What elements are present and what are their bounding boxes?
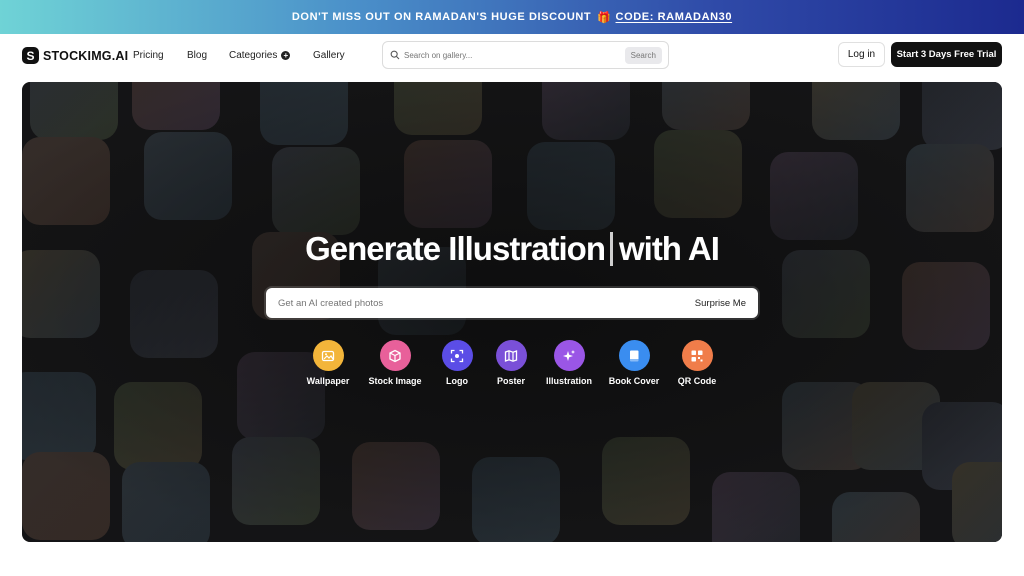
logo-icon: S xyxy=(22,47,39,64)
hero-section: Generate Illustration with AI Surprise Me… xyxy=(22,82,1002,542)
category-circle xyxy=(312,340,344,371)
plus-icon: + xyxy=(281,51,291,60)
search-button[interactable]: Search xyxy=(624,47,662,64)
prompt-bar: Surprise Me xyxy=(266,288,758,318)
nav-categories[interactable]: Categories + xyxy=(229,50,291,61)
search-icon xyxy=(390,50,400,60)
category-label: Illustration xyxy=(545,376,592,386)
promo-banner[interactable]: DON'T MISS OUT ON RAMADAN'S HUGE DISCOUN… xyxy=(0,0,1024,34)
book-icon xyxy=(630,350,639,361)
brand-logo[interactable]: S STOCKIMG.AI xyxy=(22,47,128,64)
login-button[interactable]: Log in xyxy=(838,42,885,67)
category-illustration[interactable]: Illustration xyxy=(534,340,604,386)
category-label: Stock Image xyxy=(368,376,422,386)
category-qr-code[interactable]: QR Code xyxy=(662,340,732,386)
category-book-cover[interactable]: Book Cover xyxy=(599,340,669,386)
nav-blog[interactable]: Blog xyxy=(187,50,207,61)
typing-cursor xyxy=(609,232,613,266)
category-circle xyxy=(681,340,713,371)
nav-pricing[interactable]: Pricing xyxy=(133,50,164,61)
brand-name: STOCKIMG.AI xyxy=(43,48,129,63)
category-stock-image[interactable]: Stock Image xyxy=(360,340,430,386)
category-circle xyxy=(553,340,585,371)
category-circle xyxy=(495,340,527,371)
sparkle-icon xyxy=(563,349,575,361)
qr-icon xyxy=(691,350,703,361)
category-wallpaper[interactable]: Wallpaper xyxy=(293,340,363,386)
category-circle xyxy=(441,340,473,371)
promo-code[interactable]: CODE: RAMADAN30 xyxy=(616,11,733,23)
category-circle xyxy=(618,340,650,371)
nav-categories-label: Categories xyxy=(229,50,278,61)
surprise-me-button[interactable]: Surprise Me xyxy=(695,298,746,309)
hero-title: Generate Illustration with AI xyxy=(22,230,1002,268)
category-label: Wallpaper xyxy=(306,376,350,386)
image-icon xyxy=(321,350,335,361)
gift-icon: 🎁 xyxy=(597,11,612,24)
promo-text: DON'T MISS OUT ON RAMADAN'S HUGE DISCOUN… xyxy=(291,11,592,23)
hero-title-right: with AI xyxy=(618,230,720,267)
prompt-input[interactable] xyxy=(278,297,695,309)
cube-icon xyxy=(389,349,401,362)
category-circle xyxy=(379,340,411,371)
nav-gallery[interactable]: Gallery xyxy=(313,50,345,61)
gallery-search: Search xyxy=(382,41,669,69)
map-icon xyxy=(504,349,518,362)
scan-icon xyxy=(450,349,464,362)
category-label: Book Cover xyxy=(608,376,660,386)
category-label: QR Code xyxy=(677,376,717,386)
free-trial-button[interactable]: Start 3 Days Free Trial xyxy=(891,42,1002,67)
hero-title-left: Generate Illustration xyxy=(305,230,606,267)
top-navbar: S STOCKIMG.AI Pricing Blog Categories + … xyxy=(0,34,1024,78)
